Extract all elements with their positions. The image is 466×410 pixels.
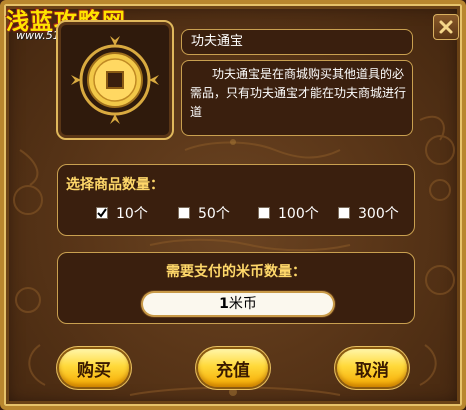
quantity-option-50[interactable]: 50个 [178,204,230,222]
quantity-option-10[interactable]: 10个 [96,204,148,222]
close-button[interactable] [433,14,459,40]
payment-title: 需要支付的米币数量： [166,264,306,280]
close-icon [439,20,453,34]
quantity-label-10: 10个 [116,206,148,222]
quantity-option-300[interactable]: 300个 [338,204,399,222]
payment-amount: 1 [219,296,229,312]
item-icon-frame [56,20,174,140]
quantity-checkbox-100[interactable] [258,207,270,219]
item-description: 功夫通宝是在商城购买其他道具的必需品，只有功夫通宝才能在功夫商城进行道 [181,60,413,136]
quantity-label-50: 50个 [198,206,230,222]
quantity-label-300: 300个 [358,206,399,222]
quantity-option-100[interactable]: 100个 [258,204,319,222]
quantity-checkbox-300[interactable] [338,207,350,219]
quantity-panel: 选择商品数量： 10个 50个 100个 300个 [57,164,415,236]
cancel-button[interactable]: 取消 [337,349,407,387]
recharge-button[interactable]: 充值 [198,349,268,387]
quantity-checkbox-10[interactable] [96,207,108,219]
checkmark-icon [97,208,107,218]
payment-amount-field: 1米币 [143,293,333,315]
quantity-checkbox-50[interactable] [178,207,190,219]
gold-coin-icon [71,36,159,124]
quantity-label-100: 100个 [278,206,319,222]
item-name: 功夫通宝 [181,29,413,55]
buy-button[interactable]: 购买 [59,349,129,387]
payment-unit: 米币 [228,296,257,312]
quantity-title: 选择商品数量： [66,177,164,193]
payment-panel: 需要支付的米币数量： 1米币 [57,252,415,324]
